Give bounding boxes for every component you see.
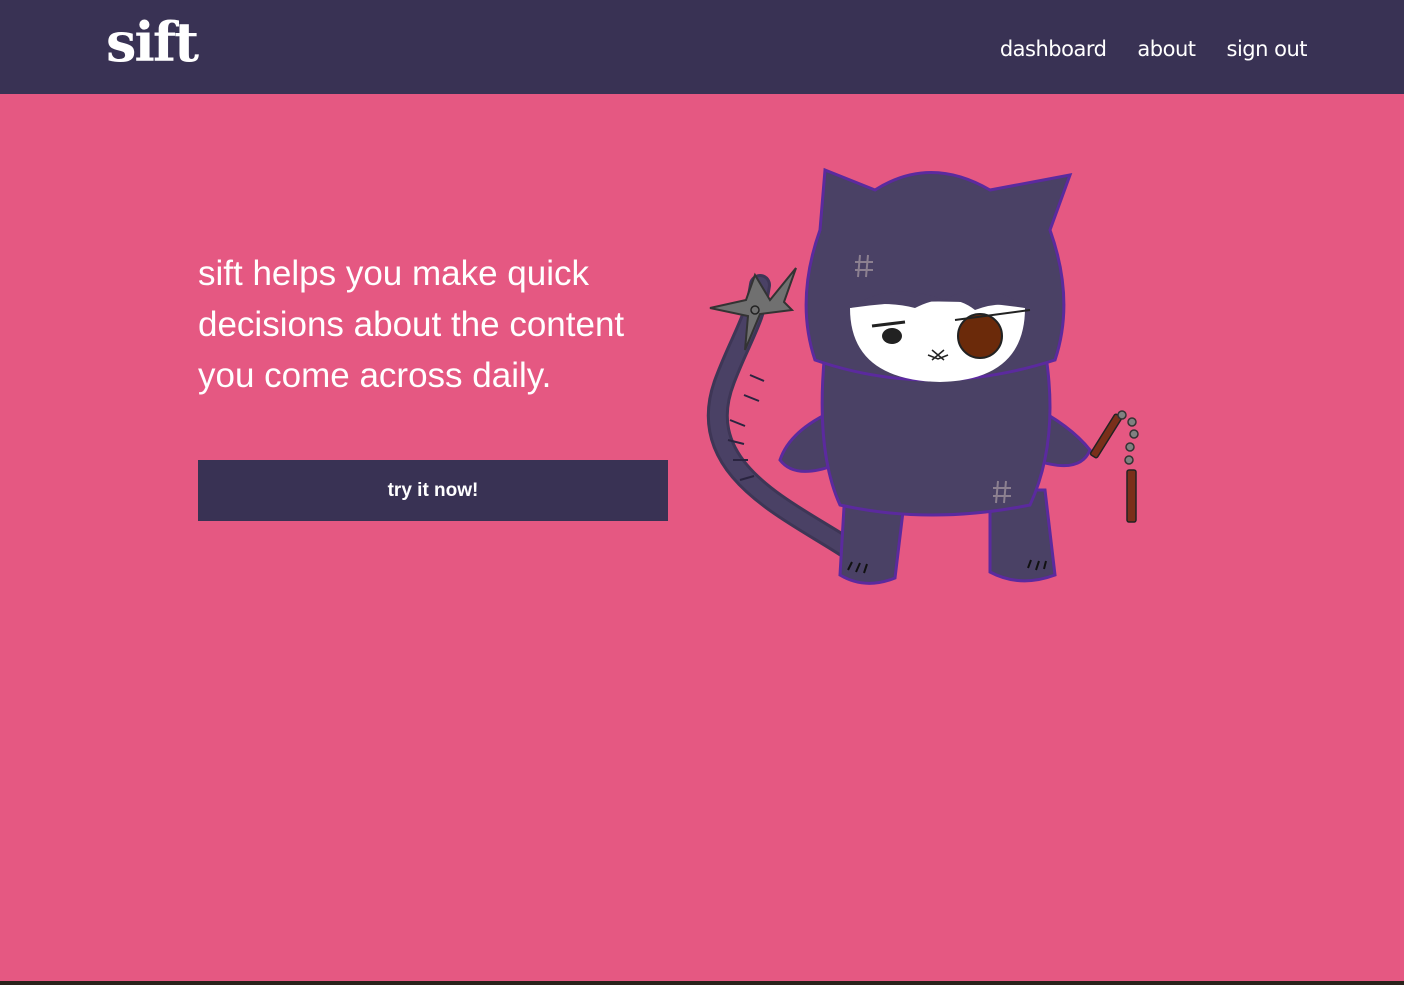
- nav-sign-out-link[interactable]: sign out: [1227, 32, 1308, 66]
- ninja-cat-mascot-icon: [706, 167, 1139, 585]
- main-nav: dashboard about sign out: [1000, 32, 1308, 66]
- try-it-now-button[interactable]: try it now!: [198, 460, 668, 521]
- nav-about-link[interactable]: about: [1137, 32, 1196, 66]
- nav-dashboard-link[interactable]: dashboard: [1000, 32, 1107, 66]
- bottom-image-strip: [0, 981, 1404, 985]
- sift-logo[interactable]: sift: [106, 2, 199, 82]
- top-navbar: sift dashboard about sign out: [0, 0, 1404, 94]
- hero-tagline: sift helps you make quick decisions abou…: [198, 254, 625, 395]
